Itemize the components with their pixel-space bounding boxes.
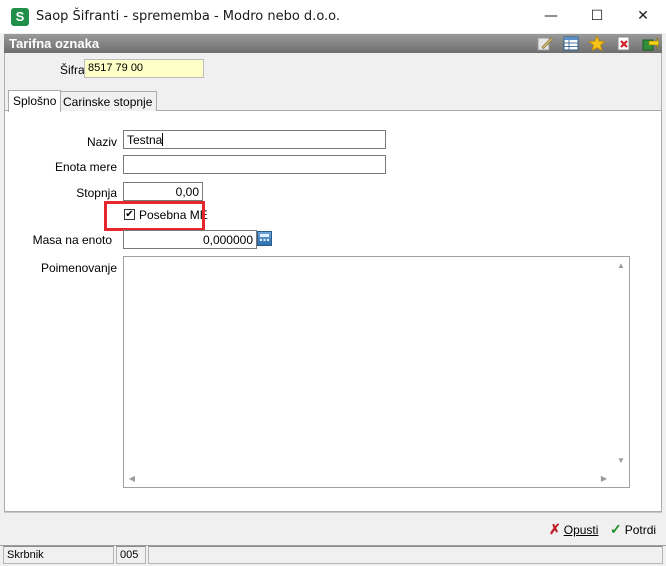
naziv-value: Testna bbox=[127, 133, 163, 147]
form-header-title: Tarifna oznaka bbox=[9, 36, 100, 51]
masa-na-enoto-label: Masa na enoto bbox=[32, 233, 112, 247]
status-user: Skrbnik bbox=[3, 546, 114, 564]
tab-carinske-stopnje[interactable]: Carinske stopnje bbox=[58, 91, 158, 111]
confirm-icon: ✓ bbox=[610, 521, 622, 537]
potrdi-label: Potrdi bbox=[624, 523, 657, 537]
potrdi-button[interactable]: ✓ Potrdi bbox=[610, 521, 656, 541]
stopnja-input[interactable]: 0,00 bbox=[123, 182, 203, 201]
scroll-left-icon[interactable]: ◀ bbox=[126, 473, 138, 485]
text-caret bbox=[162, 133, 164, 146]
exit-icon[interactable] bbox=[641, 35, 659, 52]
sifra-label: Šifra bbox=[60, 63, 85, 77]
cancel-icon: ✗ bbox=[549, 521, 561, 537]
stopnja-label: Stopnja bbox=[76, 186, 117, 200]
scroll-down-icon[interactable]: ▼ bbox=[615, 455, 627, 467]
calculator-icon[interactable] bbox=[257, 231, 272, 246]
poimenovanje-textarea[interactable]: ▲ ▼ ◀ ▶ bbox=[123, 256, 630, 488]
enota-mere-input[interactable] bbox=[123, 155, 386, 174]
enota-mere-label: Enota mere bbox=[54, 160, 117, 174]
naziv-input[interactable]: Testna bbox=[123, 130, 386, 149]
status-message bbox=[148, 546, 663, 564]
delete-icon[interactable] bbox=[615, 35, 633, 52]
masa-na-enoto-input[interactable]: 0,000000 bbox=[123, 230, 257, 249]
scroll-right-icon[interactable]: ▶ bbox=[598, 473, 610, 485]
minimize-button[interactable]: — bbox=[528, 0, 574, 33]
divider bbox=[4, 512, 662, 513]
star-icon[interactable] bbox=[588, 35, 606, 52]
table-icon[interactable] bbox=[562, 35, 580, 52]
highlight-box bbox=[104, 201, 205, 231]
opusti-button[interactable]: ✗ Opusti bbox=[549, 521, 598, 541]
scroll-up-icon[interactable]: ▲ bbox=[615, 260, 627, 272]
sifra-field[interactable]: 8517 79 00 bbox=[84, 59, 204, 78]
edit-icon[interactable] bbox=[536, 35, 554, 52]
poimenovanje-label: Poimenovanje bbox=[40, 261, 117, 275]
tab-splosno[interactable]: Splošno bbox=[8, 90, 62, 112]
app-icon: S bbox=[11, 8, 29, 26]
close-button[interactable]: ✕ bbox=[620, 0, 666, 33]
status-code: 005 bbox=[116, 546, 146, 564]
naziv-label: Naziv bbox=[86, 135, 117, 149]
opusti-label: Opusti bbox=[563, 523, 599, 537]
maximize-button[interactable]: ☐ bbox=[574, 0, 620, 33]
window-title: Saop Šifranti - sprememba - Modro nebo d… bbox=[36, 9, 341, 24]
